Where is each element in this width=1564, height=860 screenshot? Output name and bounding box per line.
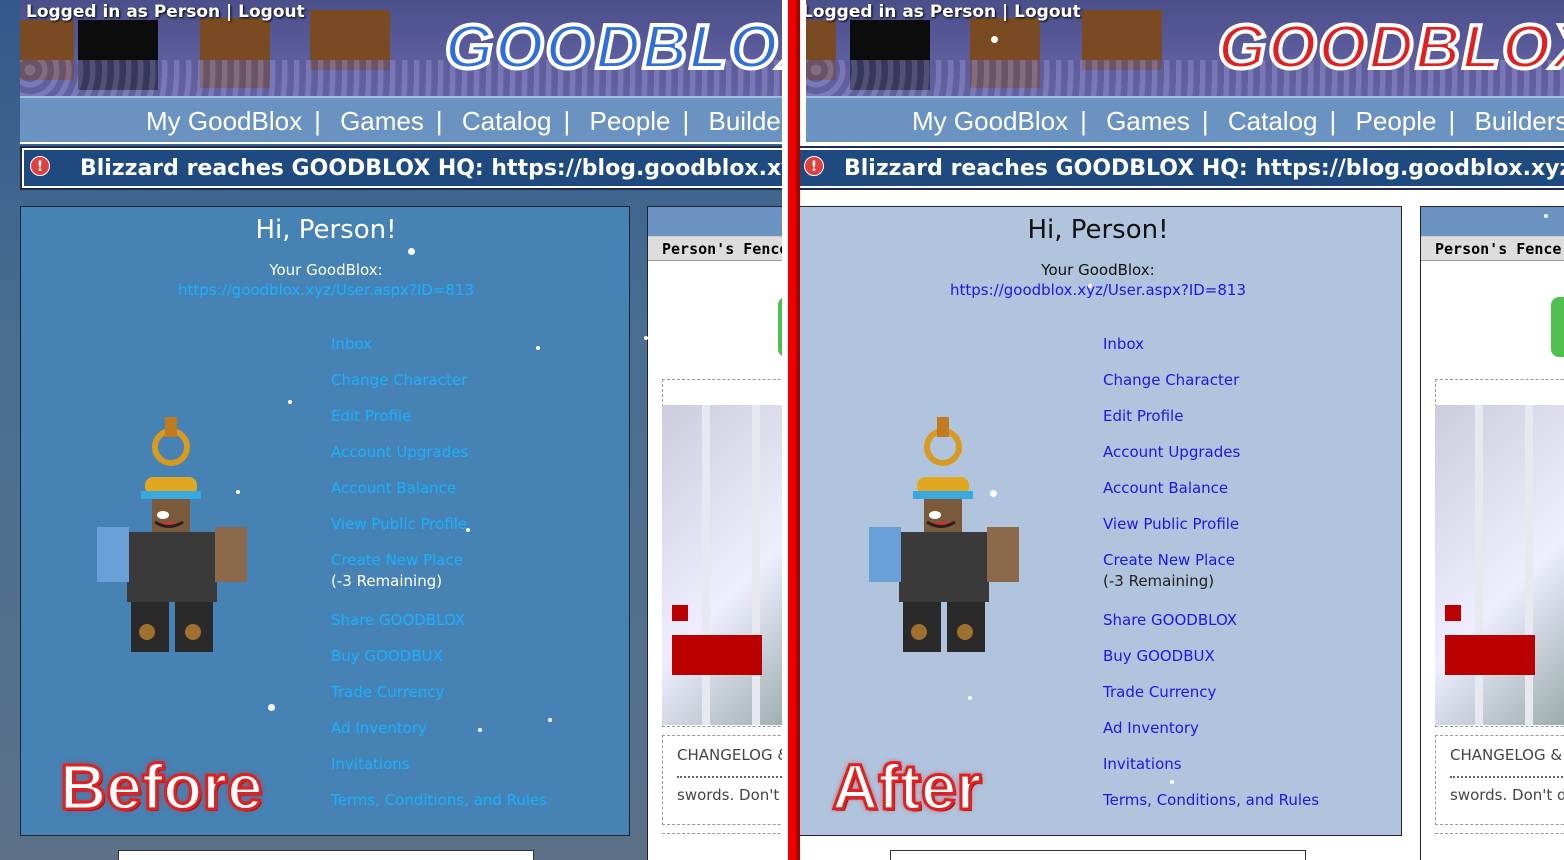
menu-edit-profile[interactable]: Edit Profile: [1103, 407, 1183, 425]
alert-banner: ! Blizzard reaches GOODBLOX HQ: https://…: [800, 146, 1564, 190]
login-status[interactable]: Logged in as Person | Logout: [806, 2, 1081, 22]
nav-people[interactable]: People: [590, 106, 671, 136]
main-nav: My GoodBlox | Games | Catalog | People | Bui…: [806, 96, 1564, 144]
site-banner: Logged in as Person | Logout GOODBLOX: [806, 0, 1564, 96]
your-goodblox-link[interactable]: https://goodblox.xyz/User.aspx?ID=813: [800, 281, 1403, 299]
menu-inbox[interactable]: Inbox: [331, 335, 372, 353]
feed-panel: Person's Fence CHANGELOG & swords. Don't…: [647, 206, 782, 860]
alert-text[interactable]: Blizzard reaches GOODBLOX HQ: https://bl…: [844, 156, 1564, 181]
nav-my-goodblox[interactable]: My GoodBlox: [146, 106, 302, 136]
goodblox-logo[interactable]: GOODBLOX: [1216, 11, 1564, 84]
after-panel: Logged in as Person | Logout GOODBLOX My…: [800, 0, 1564, 860]
menu-account-upgrades[interactable]: Account Upgrades: [1103, 443, 1240, 461]
your-goodblox-label: Your GoodBlox:: [1041, 261, 1155, 279]
alert-banner: ! Blizzard reaches GOODBLOX HQ: https://…: [20, 146, 782, 190]
your-goodblox-link[interactable]: https://goodblox.xyz/User.aspx?ID=813: [21, 281, 631, 299]
nav-catalog[interactable]: Catalog: [462, 106, 552, 136]
menu-ad-inventory[interactable]: Ad Inventory: [331, 719, 427, 737]
places-remaining: (-3 Remaining): [331, 572, 443, 590]
nav-my-goodblox[interactable]: My GoodBlox: [912, 106, 1068, 136]
feed-title: Person's Fence: [648, 237, 782, 261]
menu-change-character[interactable]: Change Character: [1103, 371, 1239, 389]
news-snippet: swords. Don't d: [1450, 786, 1564, 804]
menu-trade-currency[interactable]: Trade Currency: [331, 683, 444, 701]
menu-account-balance[interactable]: Account Balance: [331, 479, 456, 497]
menu-account-balance[interactable]: Account Balance: [1103, 479, 1228, 497]
before-label: Before: [59, 750, 265, 825]
greeting: Hi, Person!: [255, 215, 397, 245]
page: Logged in as Person | Logout GOODBLOX My…: [20, 0, 782, 860]
menu-ad-inventory[interactable]: Ad Inventory: [1103, 719, 1199, 737]
menu-trade-currency[interactable]: Trade Currency: [1103, 683, 1216, 701]
menu-account-upgrades[interactable]: Account Upgrades: [331, 443, 468, 461]
menu-view-public-profile[interactable]: View Public Profile: [1103, 515, 1239, 533]
menu-buy-goodbux[interactable]: Buy GOODBUX: [1103, 647, 1215, 665]
profile-box: Hi, Person! Your GoodBlox: https://goodb…: [20, 206, 630, 836]
news-heading[interactable]: CHANGELOG &: [677, 746, 782, 764]
greeting: Hi, Person!: [1027, 215, 1169, 245]
nav-games[interactable]: Games: [340, 106, 424, 136]
menu-edit-profile[interactable]: Edit Profile: [331, 407, 411, 425]
menu-create-new-place[interactable]: Create New Place: [331, 551, 463, 569]
before-after-divider: [782, 0, 800, 860]
avatar[interactable]: [97, 407, 247, 657]
nav-people[interactable]: People: [1356, 106, 1437, 136]
avatar[interactable]: [869, 407, 1019, 657]
menu-change-character[interactable]: Change Character: [331, 371, 467, 389]
news-heading[interactable]: CHANGELOG &: [1450, 746, 1564, 764]
feed-panel: Person's Fence CHANGELOG & swords. Don't…: [1420, 206, 1564, 860]
profile-menu: Inbox Change Character Edit Profile Acco…: [331, 335, 547, 827]
news-snippet: swords. Don't d: [677, 786, 782, 804]
news-box: CHANGELOG & swords. Don't d: [662, 735, 782, 825]
feed-title: Person's Fence: [1421, 237, 1564, 261]
place-thumbnail[interactable]: [1435, 405, 1564, 725]
bottom-box: [118, 850, 534, 860]
menu-share-goodblox[interactable]: Share GOODBLOX: [331, 611, 465, 629]
alert-icon: !: [30, 156, 50, 176]
goodblox-logo[interactable]: GOODBLOX: [443, 11, 782, 84]
site-banner: Logged in as Person | Logout GOODBLOX: [20, 0, 782, 96]
menu-buy-goodbux[interactable]: Buy GOODBUX: [331, 647, 443, 665]
before-panel: Logged in as Person | Logout GOODBLOX My…: [0, 0, 782, 860]
after-label: After: [830, 750, 982, 825]
menu-view-public-profile[interactable]: View Public Profile: [331, 515, 467, 533]
profile-menu: Inbox Change Character Edit Profile Acco…: [1103, 335, 1319, 827]
menu-terms[interactable]: Terms, Conditions, and Rules: [331, 791, 547, 809]
bottom-box: [890, 850, 1306, 860]
news-box: CHANGELOG & swords. Don't d: [1435, 735, 1564, 825]
login-status[interactable]: Logged in as Person | Logout: [26, 2, 305, 22]
place-thumbnail[interactable]: [662, 405, 782, 725]
profile-box: Hi, Person! Your GoodBlox: https://goodb…: [800, 206, 1402, 836]
menu-share-goodblox[interactable]: Share GOODBLOX: [1103, 611, 1237, 629]
alert-icon: !: [804, 156, 824, 176]
page: Logged in as Person | Logout GOODBLOX My…: [800, 0, 1564, 860]
menu-invitations[interactable]: Invitations: [1103, 755, 1182, 773]
nav-builders-club[interactable]: Builders Club: [1474, 106, 1564, 136]
your-goodblox-label: Your GoodBlox:: [269, 261, 383, 279]
nav-games[interactable]: Games: [1106, 106, 1190, 136]
alert-text[interactable]: Blizzard reaches GOODBLOX HQ: https://bl…: [80, 156, 782, 181]
menu-invitations[interactable]: Invitations: [331, 755, 410, 773]
places-remaining: (-3 Remaining): [1103, 572, 1215, 590]
menu-terms[interactable]: Terms, Conditions, and Rules: [1103, 791, 1319, 809]
menu-inbox[interactable]: Inbox: [1103, 335, 1144, 353]
green-button[interactable]: [1551, 297, 1564, 357]
main-nav: My GoodBlox | Games | Catalog | People | Bui…: [20, 96, 782, 144]
menu-create-new-place[interactable]: Create New Place: [1103, 551, 1235, 569]
nav-builders-club[interactable]: Builders Club: [708, 106, 782, 136]
nav-catalog[interactable]: Catalog: [1228, 106, 1318, 136]
